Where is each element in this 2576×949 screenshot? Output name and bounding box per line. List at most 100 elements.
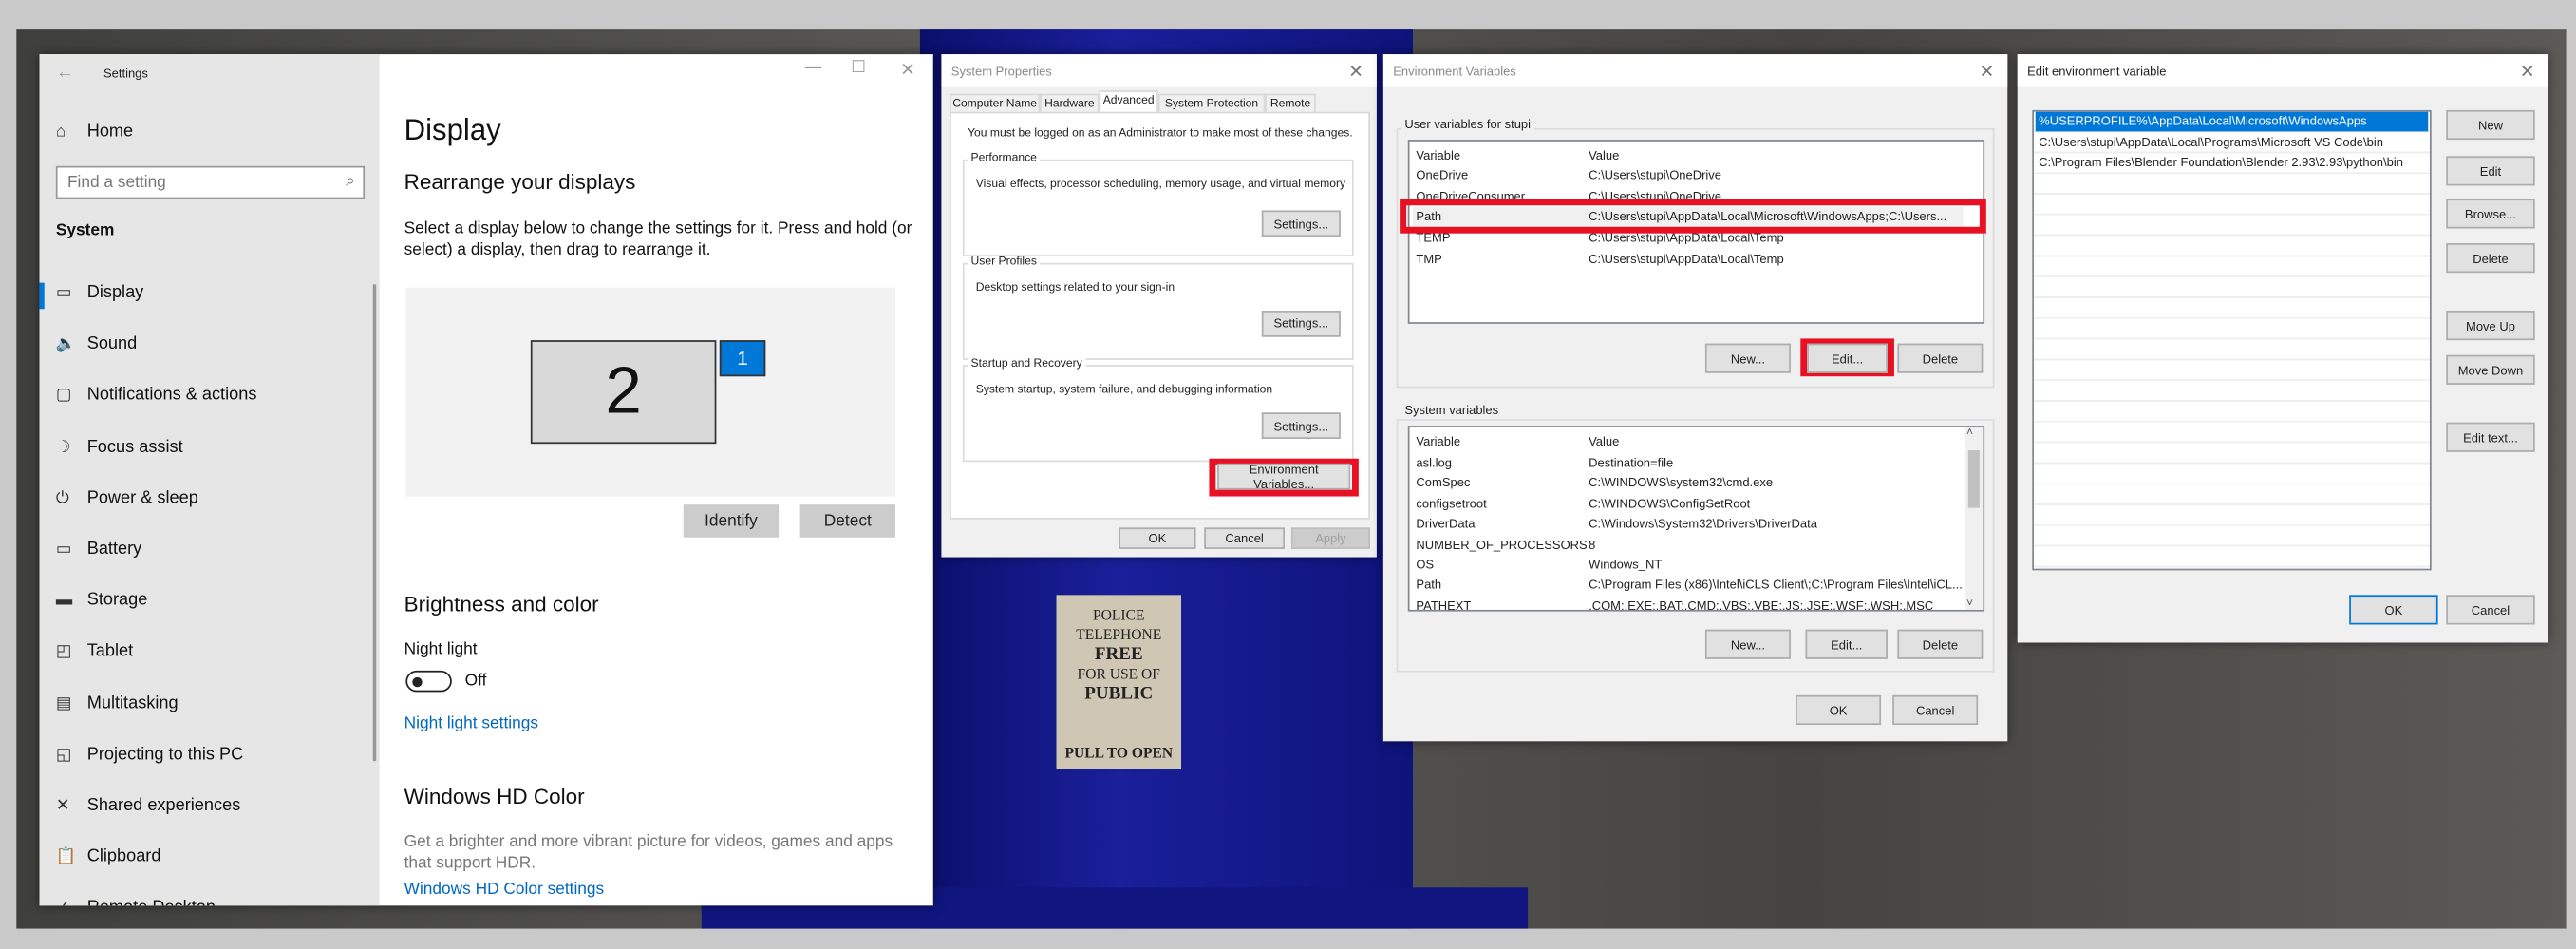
sidebar-item-projecting-to-this-pc[interactable]: ◱ Projecting to this PC bbox=[56, 744, 243, 764]
back-arrow-icon[interactable]: ← bbox=[56, 63, 74, 83]
move-down-button[interactable]: Move Down bbox=[2446, 354, 2535, 385]
scroll-up-icon[interactable]: ˄ bbox=[1966, 427, 1973, 439]
column-value[interactable]: Value bbox=[1589, 434, 1619, 449]
cancel-button[interactable]: Cancel bbox=[1892, 694, 1979, 726]
settings-button[interactable]: Settings... bbox=[1261, 210, 1341, 237]
tab-computer-name[interactable]: Computer Name bbox=[950, 93, 1041, 114]
cancel-button[interactable]: Cancel bbox=[1204, 527, 1286, 549]
sidebar-item-clipboard[interactable]: 📋 Clipboard bbox=[56, 846, 161, 866]
table-row[interactable]: PATHEXT .COM;.EXE;.BAT;.CMD;.VBS;.VBE;.JS… bbox=[1413, 597, 1964, 609]
variable-value: 8 bbox=[1589, 537, 1596, 552]
move-up-button[interactable]: Move Up bbox=[2446, 311, 2535, 341]
edit-environment-variable-dialog: Edit environment variable ✕ %USERPROFILE… bbox=[2017, 54, 2548, 643]
path-entry[interactable]: C:\Program Files\Blender Foundation\Blen… bbox=[2036, 153, 2429, 173]
tab-system-protection[interactable]: System Protection bbox=[1157, 93, 1266, 114]
display-arrangement-area: 2 1 bbox=[405, 287, 895, 497]
sidebar-item-sound[interactable]: 🔈 Sound bbox=[56, 334, 137, 354]
monitor-1[interactable]: 1 bbox=[719, 340, 766, 377]
close-icon[interactable]: ✕ bbox=[1348, 61, 1363, 83]
ok-button[interactable]: OK bbox=[2349, 595, 2438, 625]
window-title: Settings bbox=[103, 66, 148, 81]
sidebar-item-multitasking[interactable]: ▤ Multitasking bbox=[56, 693, 179, 712]
column-value[interactable]: Value bbox=[1589, 148, 1619, 163]
column-variable[interactable]: Variable bbox=[1416, 434, 1460, 449]
hdr-settings-link[interactable]: Windows HD Color settings bbox=[404, 881, 605, 899]
scrollbar[interactable]: ˄ ˅ bbox=[1965, 427, 1984, 610]
path-entry[interactable]: C:\Users\stupi\AppData\Local\Programs\Mi… bbox=[2036, 132, 2429, 152]
user-new-button[interactable]: New... bbox=[1704, 343, 1791, 373]
table-row[interactable]: asl.log Destination=file bbox=[1413, 454, 1964, 474]
identify-button[interactable]: Identify bbox=[683, 504, 780, 538]
hdr-heading: Windows HD Color bbox=[404, 784, 585, 809]
tab-advanced[interactable]: Advanced bbox=[1099, 90, 1158, 114]
table-row[interactable]: TMP C:\Users\stupi\AppData\Local\Temp bbox=[1413, 250, 1964, 270]
sidebar-item-battery[interactable]: ▭ Battery bbox=[56, 540, 141, 560]
apply-button[interactable]: Apply bbox=[1290, 527, 1370, 549]
sidebar-item-power-sleep[interactable]: ⏻ Power & sleep bbox=[56, 488, 198, 508]
group-label: Performance bbox=[968, 152, 1041, 165]
search-icon: ⌕ bbox=[346, 172, 355, 191]
home-link[interactable]: ⌂ Home bbox=[56, 122, 133, 142]
table-row[interactable]: DriverData C:\Windows\System32\Drivers\Dr… bbox=[1413, 515, 1964, 535]
delete-button[interactable]: Delete bbox=[2446, 243, 2535, 274]
tab-remote[interactable]: Remote bbox=[1265, 93, 1316, 114]
variable-value: C:\Users\stupi\OneDrive bbox=[1589, 167, 1722, 183]
sidebar-item-storage[interactable]: ▬ Storage bbox=[56, 590, 148, 610]
settings-button[interactable]: Settings... bbox=[1261, 310, 1341, 336]
sidebar-item-label: Focus assist bbox=[86, 436, 183, 457]
ok-button[interactable]: OK bbox=[1119, 527, 1196, 549]
ok-button[interactable]: OK bbox=[1796, 694, 1882, 726]
cancel-button[interactable]: Cancel bbox=[2446, 595, 2535, 625]
remote-desktop-icon: ✓ bbox=[56, 900, 87, 905]
user-delete-button[interactable]: Delete bbox=[1897, 343, 1984, 373]
sidebar-scrollbar[interactable] bbox=[372, 284, 377, 762]
brightness-heading: Brightness and color bbox=[404, 591, 599, 617]
path-entries-list[interactable]: %USERPROFILE%\AppData\Local\Microsoft\Wi… bbox=[2032, 109, 2432, 571]
sidebar-item-display[interactable]: ▭ Display bbox=[56, 283, 143, 303]
table-row[interactable]: configsetroot C:\WINDOWS\ConfigSetRoot bbox=[1413, 494, 1964, 514]
sidebar-item-tablet[interactable]: ◰ Tablet bbox=[56, 641, 133, 661]
column-variable[interactable]: Variable bbox=[1416, 148, 1460, 163]
table-row[interactable]: ComSpec C:\WINDOWS\system32\cmd.exe bbox=[1413, 474, 1964, 494]
sidebar-item-remote-desktop[interactable]: ✓Remote Desktop bbox=[56, 898, 216, 905]
advanced-tab-panel: You must be logged on as an Administrato… bbox=[950, 111, 1370, 520]
close-icon[interactable]: ✕ bbox=[2520, 61, 2535, 83]
tab-hardware[interactable]: Hardware bbox=[1040, 93, 1100, 114]
system-new-button[interactable]: New... bbox=[1704, 629, 1791, 659]
system-delete-button[interactable]: Delete bbox=[1897, 629, 1984, 659]
table-row[interactable]: Path C:\Program Files (x86)\Intel\iCLS Cl… bbox=[1413, 576, 1964, 596]
user-edit-button[interactable]: Edit... bbox=[1807, 343, 1888, 373]
power-icon: ⏻ bbox=[55, 489, 69, 508]
environment-variables-button[interactable]: Environment Variables... bbox=[1217, 462, 1351, 491]
maximize-button[interactable]: ☐ bbox=[851, 59, 866, 77]
dialog-title: System Properties bbox=[941, 54, 1377, 87]
table-row[interactable]: OS Windows_NT bbox=[1413, 556, 1964, 576]
minimize-button[interactable]: — bbox=[805, 59, 821, 77]
edit-button[interactable]: Edit bbox=[2446, 156, 2535, 186]
sidebar-item-label: Remote Desktop bbox=[87, 898, 216, 905]
table-row[interactable]: NUMBER_OF_PROCESSORS 8 bbox=[1413, 535, 1964, 555]
detect-button[interactable]: Detect bbox=[799, 504, 895, 538]
table-row[interactable]: OneDrive C:\Users\stupi\OneDrive bbox=[1413, 166, 1964, 186]
path-entry[interactable]: %USERPROFILE%\AppData\Local\Microsoft\Wi… bbox=[2035, 111, 2429, 132]
night-light-toggle[interactable] bbox=[405, 670, 452, 693]
sidebar-item-focus-assist[interactable]: ☽ Focus assist bbox=[56, 437, 183, 457]
close-button[interactable]: ✕ bbox=[900, 59, 915, 81]
sidebar-item-label: Shared experiences bbox=[86, 795, 241, 816]
sidebar-item-label: Battery bbox=[86, 539, 142, 560]
system-edit-button[interactable]: Edit... bbox=[1805, 629, 1888, 659]
edit-text-button[interactable]: Edit text... bbox=[2446, 422, 2535, 452]
variable-value: C:\WINDOWS\system32\cmd.exe bbox=[1589, 475, 1774, 491]
new-button[interactable]: New bbox=[2446, 109, 2535, 141]
scrollbar-thumb[interactable] bbox=[1967, 450, 1980, 508]
sidebar-item-shared-experiences[interactable]: ✕ Shared experiences bbox=[56, 795, 240, 815]
settings-button[interactable]: Settings... bbox=[1261, 412, 1341, 439]
search-input[interactable]: Find a setting ⌕ bbox=[55, 165, 366, 199]
browse-button[interactable]: Browse... bbox=[2446, 199, 2535, 229]
sidebar-item-notifications-actions[interactable]: ▢ Notifications & actions bbox=[56, 386, 257, 406]
monitor-2[interactable]: 2 bbox=[530, 340, 717, 445]
scroll-down-icon[interactable]: ˅ bbox=[1966, 598, 1973, 610]
close-icon[interactable]: ✕ bbox=[1980, 61, 1995, 83]
system-variables-list[interactable]: Variable Value asl.log Destination=file Com… bbox=[1407, 426, 1985, 612]
night-light-settings-link[interactable]: Night light settings bbox=[404, 715, 538, 733]
